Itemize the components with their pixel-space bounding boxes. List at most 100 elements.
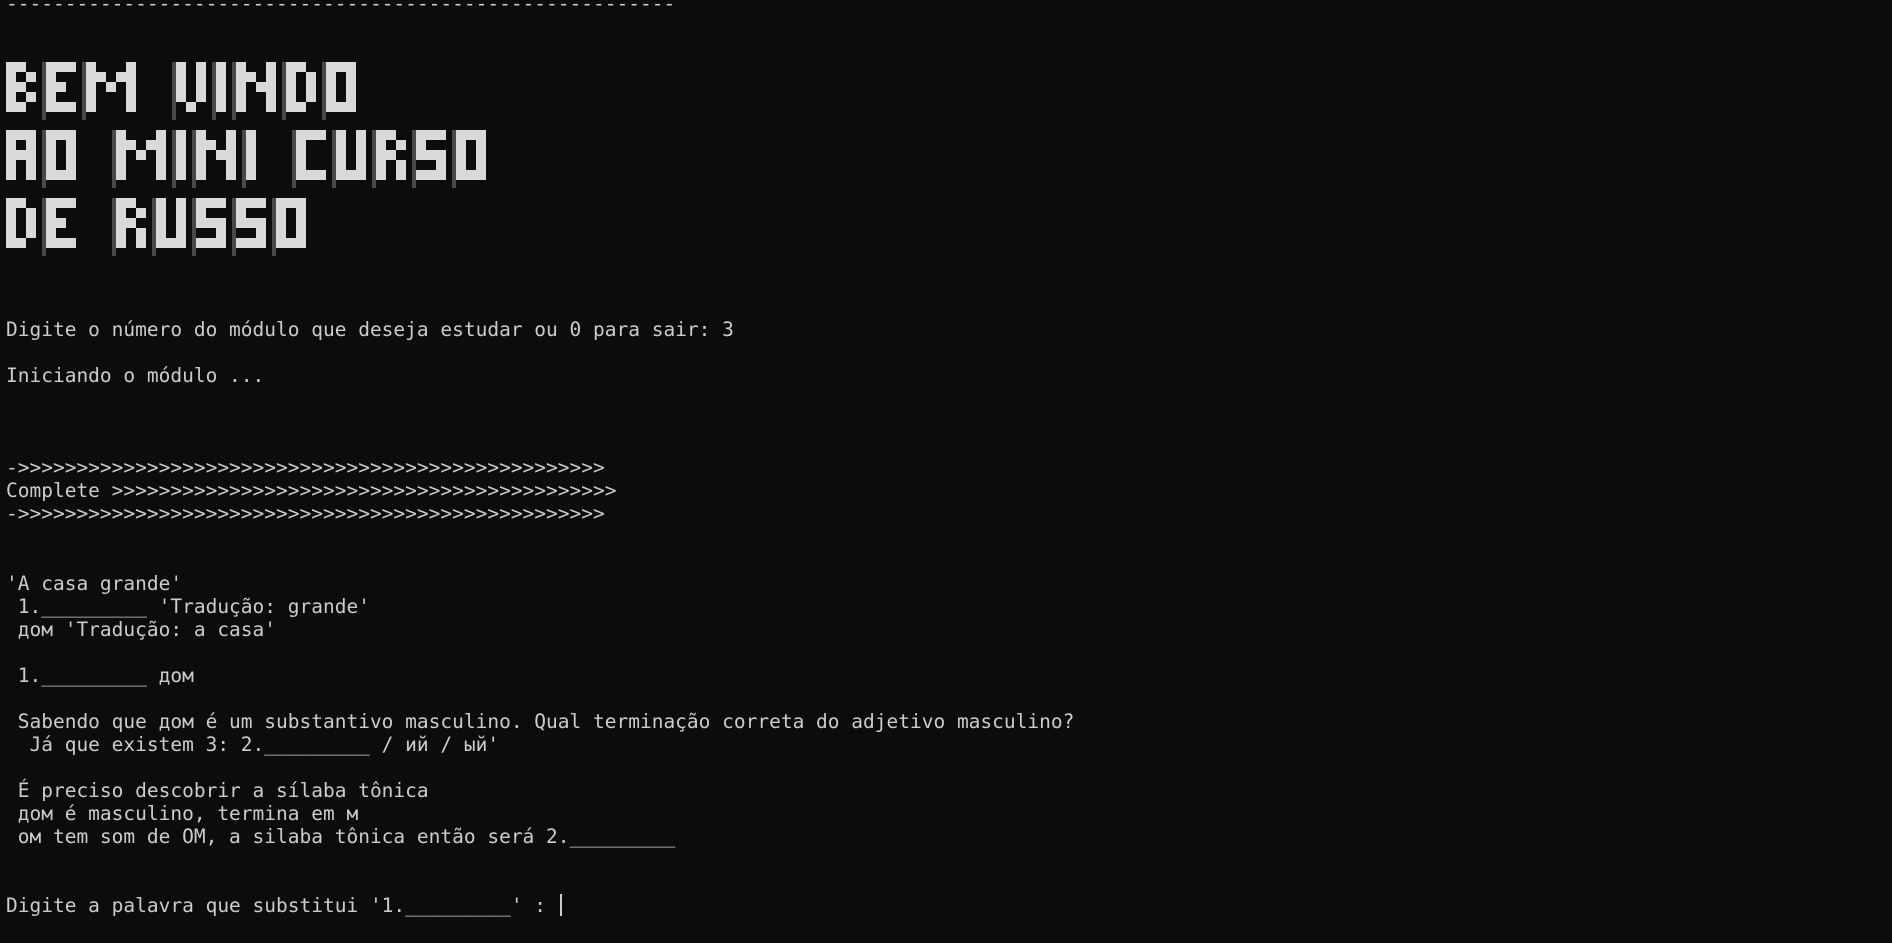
banner-pixel <box>236 92 246 102</box>
banner-shade <box>232 198 236 256</box>
banner-pixel <box>246 198 256 208</box>
banner-pixel <box>196 170 206 180</box>
banner-pixel <box>116 218 126 228</box>
banner-pixel <box>296 130 306 140</box>
banner-pixel <box>56 198 66 208</box>
banner-pixel <box>256 218 266 228</box>
banner-pixel <box>336 150 346 160</box>
banner-pixel <box>156 208 166 218</box>
banner-pixel <box>206 218 216 228</box>
banner-pixel <box>46 170 56 180</box>
hint-line-1: Sabendo que дом é um substantivo masculi… <box>6 710 1075 733</box>
banner-pixel <box>116 72 126 82</box>
banner-pixel <box>6 170 16 180</box>
banner-pixel <box>156 160 166 170</box>
hint-line-2: Já que existem 3: 2._________ / ий / ый' <box>6 733 500 756</box>
banner-pixel <box>16 238 26 248</box>
banner-pixel <box>396 160 406 170</box>
banner-pixel <box>436 150 446 160</box>
banner-pixel <box>216 102 226 112</box>
banner-pixel <box>86 102 96 112</box>
banner-pixel <box>46 130 56 140</box>
banner-pixel <box>146 140 156 150</box>
banner-pixel <box>196 92 206 102</box>
banner-pixel <box>26 150 36 160</box>
input-line[interactable]: Digite a palavra que substitui '1.______… <box>6 894 562 917</box>
banner-pixel <box>166 238 176 248</box>
banner-shade <box>42 130 46 188</box>
banner-pixel <box>286 102 296 112</box>
banner-art <box>6 62 486 256</box>
banner-pixel <box>176 228 186 238</box>
banner-pixel <box>346 82 356 92</box>
banner-pixel <box>466 170 476 180</box>
banner-pixel <box>116 208 126 218</box>
arrow-rule-top: ->>>>>>>>>>>>>>>>>>>>>>>>>>>>>>>>>>>>>>>… <box>6 456 605 479</box>
banner-shade <box>42 62 46 120</box>
banner-pixel <box>206 238 216 248</box>
banner-pixel <box>456 160 466 170</box>
banner-pixel <box>436 160 446 170</box>
banner-pixel <box>246 150 256 160</box>
terminal-window[interactable]: ----------------------------------------… <box>0 0 1892 943</box>
banner-pixel <box>156 218 166 228</box>
banner-pixel <box>196 160 206 170</box>
banner-pixel <box>216 92 226 102</box>
text-cursor[interactable] <box>559 894 562 916</box>
banner-pixel <box>226 150 236 160</box>
banner-pixel <box>176 198 186 208</box>
banner-pixel <box>296 62 306 72</box>
banner-pixel <box>356 150 366 160</box>
banner-pixel <box>16 150 26 160</box>
banner-pixel <box>46 140 56 150</box>
banner-pixel <box>66 62 76 72</box>
banner-pixel <box>116 238 126 248</box>
banner-pixel <box>296 238 306 248</box>
banner-pixel <box>216 218 226 228</box>
blank-translation-line: 1._________ 'Tradução: grande' <box>6 595 370 618</box>
banner-pixel <box>6 160 16 170</box>
banner-pixel <box>116 198 126 208</box>
banner-shade <box>212 62 216 120</box>
banner-pixel <box>156 130 166 140</box>
banner-pixel <box>46 92 56 102</box>
banner-pixel <box>66 150 76 160</box>
banner-pixel <box>216 238 226 248</box>
banner-pixel <box>266 62 276 72</box>
sentence-line: 'A casa grande' <box>6 572 183 595</box>
banner-pixel <box>476 130 486 140</box>
banner-pixel <box>226 140 236 150</box>
banner-pixel <box>306 92 316 102</box>
banner-pixel <box>176 82 186 92</box>
banner-pixel <box>196 140 206 150</box>
banner-pixel <box>66 238 76 248</box>
banner-pixel <box>356 170 366 180</box>
banner-pixel <box>246 160 256 170</box>
stress-line-1: É preciso descobrir a sílaba tônica <box>6 779 429 802</box>
banner-pixel <box>296 228 306 238</box>
banner-pixel <box>246 72 256 82</box>
banner-shade <box>412 130 416 188</box>
banner-pixel <box>236 62 246 72</box>
banner-pixel <box>16 130 26 140</box>
banner-pixel <box>16 62 26 72</box>
banner-pixel <box>126 62 136 72</box>
banner-pixel <box>176 238 186 248</box>
banner-pixel <box>26 92 36 102</box>
banner-pixel <box>456 140 466 150</box>
banner-pixel <box>46 208 56 218</box>
banner-pixel <box>176 140 186 150</box>
banner-pixel <box>276 208 286 218</box>
banner-pixel <box>376 160 386 170</box>
banner-pixel <box>196 198 206 208</box>
banner-pixel <box>416 170 426 180</box>
banner-pixel <box>426 130 436 140</box>
banner-shade <box>452 130 456 188</box>
banner-pixel <box>156 170 166 180</box>
banner-pixel <box>266 82 276 92</box>
banner-pixel <box>346 62 356 72</box>
banner-pixel <box>246 238 256 248</box>
banner-pixel <box>176 218 186 228</box>
banner-pixel <box>196 218 206 228</box>
banner-pixel <box>296 102 306 112</box>
